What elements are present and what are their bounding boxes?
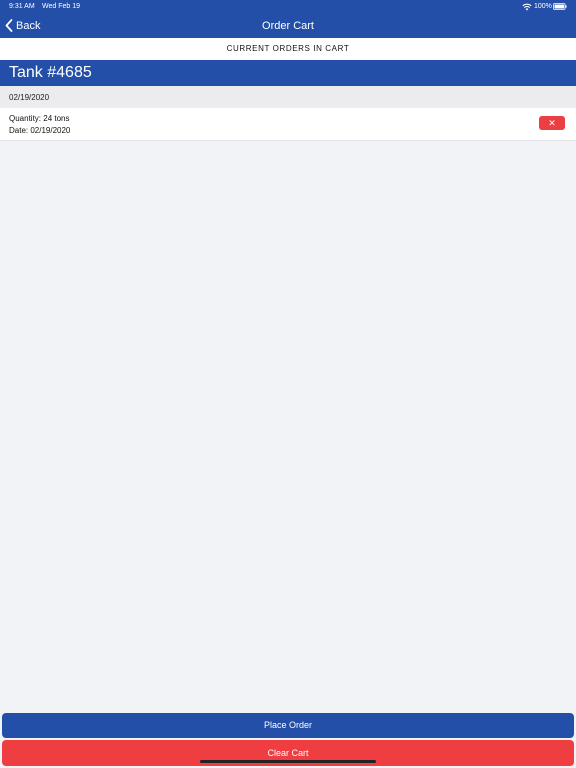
home-indicator <box>200 760 376 763</box>
remove-order-button[interactable]: ✕ <box>539 116 565 130</box>
section-header: CURRENT ORDERS IN CART <box>0 38 576 60</box>
list-item: Quantity: 24 tons Date: 02/19/2020 ✕ <box>0 108 576 141</box>
nav-bar: Back Order Cart <box>0 13 576 38</box>
order-date: Date: 02/19/2020 <box>9 126 71 135</box>
status-bar: 9:31 AM Wed Feb 19 100% <box>0 0 576 13</box>
order-quantity: Quantity: 24 tons <box>9 114 70 123</box>
wifi-icon <box>522 3 532 11</box>
order-date-label: 02/19/2020 <box>9 93 50 102</box>
page-title: Order Cart <box>262 20 314 32</box>
battery-icon <box>553 3 567 10</box>
tank-header: Tank #4685 <box>0 60 576 86</box>
tank-title: Tank #4685 <box>9 64 92 81</box>
status-time: 9:31 AM <box>9 3 35 10</box>
battery-percent: 100% <box>534 3 552 10</box>
place-order-button[interactable]: Place Order <box>2 713 574 738</box>
close-icon: ✕ <box>548 118 556 128</box>
status-date: Wed Feb 19 <box>42 3 81 10</box>
order-date-header: 02/19/2020 <box>0 86 576 108</box>
